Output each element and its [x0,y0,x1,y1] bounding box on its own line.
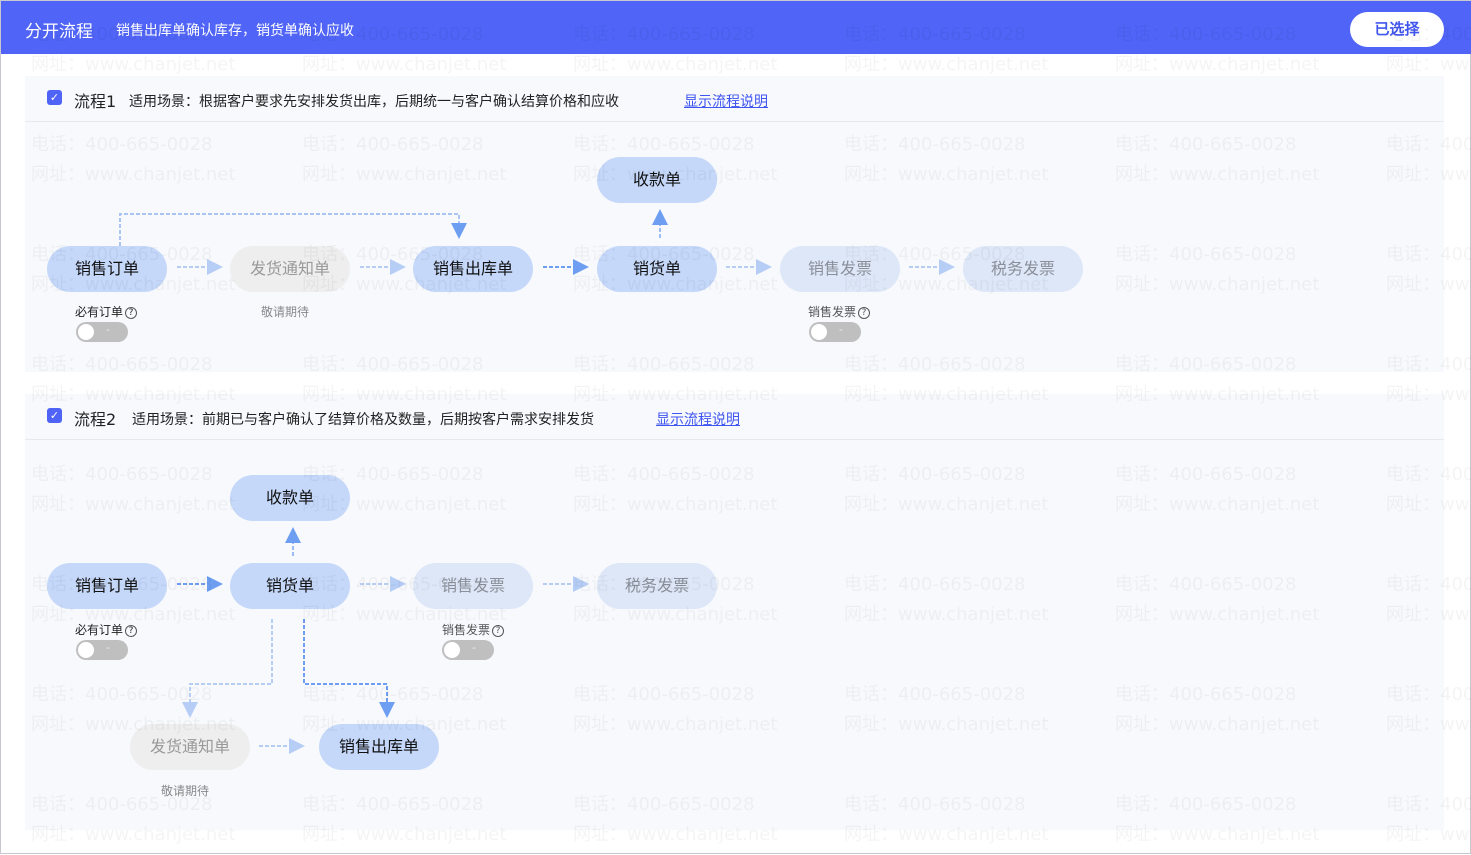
flow1-node-sales-order[interactable]: 销售订单 [47,246,167,292]
help-icon[interactable]: ? [125,624,138,637]
flow2-node-receipt[interactable]: 收款单 [230,475,350,521]
label-text: 销售发票 [442,623,491,637]
help-icon[interactable]: ? [492,624,505,637]
flow1-node-sales-slip[interactable]: 销货单 [597,246,717,292]
flow2-coming-soon: 敬请期待 [161,784,210,798]
flow1-invoice-toggle[interactable] [809,322,861,342]
flow2-node-sales-invoice[interactable]: 销售发票 [413,563,533,609]
flow1-node-receipt[interactable]: 收款单 [597,157,717,203]
help-icon[interactable]: ? [125,306,138,319]
flow2-order-toggle-label: 必有订单? [75,621,138,638]
label-text: 销售发票 [808,305,857,319]
flow2-invoice-toggle[interactable] [442,640,494,660]
flow2-node-sales-order[interactable]: 销售订单 [47,563,167,609]
flow1-order-toggle-label: 必有订单? [75,303,138,320]
label-text: 必有订单 [75,623,124,637]
flow2-order-toggle[interactable] [76,640,128,660]
flow2-node-sales-outbound[interactable]: 销售出库单 [319,724,439,770]
help-icon[interactable]: ? [858,306,871,319]
flow1-node-tax-invoice[interactable]: 税务发票 [963,246,1083,292]
flow2-node-delivery-notice: 发货通知单 [130,724,250,770]
flow1-node-delivery-notice: 发货通知单 [230,246,350,292]
flow1-order-toggle[interactable] [76,322,128,342]
flow1-invoice-toggle-label: 销售发票? [808,303,871,320]
flow1-coming-soon: 敬请期待 [261,305,310,319]
flow2-node-tax-invoice[interactable]: 税务发票 [597,563,717,609]
flow1-node-sales-outbound[interactable]: 销售出库单 [413,246,533,292]
flow2-node-sales-slip[interactable]: 销货单 [230,563,350,609]
flow2-invoice-toggle-label: 销售发票? [442,621,505,638]
label-text: 必有订单 [75,305,124,319]
flow1-node-sales-invoice[interactable]: 销售发票 [780,246,900,292]
